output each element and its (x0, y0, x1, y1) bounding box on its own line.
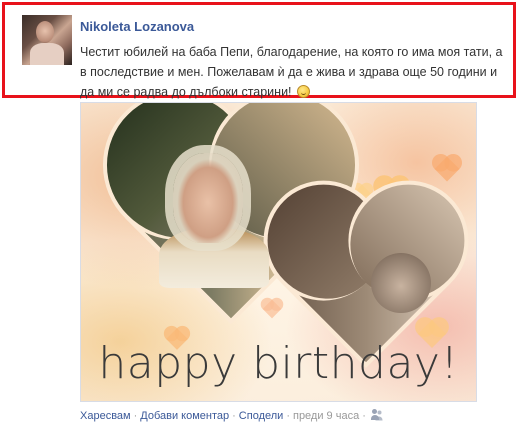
smiley-icon (297, 85, 311, 98)
add-comment-link[interactable]: Добави коментар (140, 410, 229, 422)
author-name-link[interactable]: Nikoleta Lozanova (80, 19, 194, 34)
separator-dot: · (286, 410, 290, 422)
separator-dot: · (362, 410, 366, 422)
post-header-highlight: Nikoleta Lozanova Честит юбилей на баба … (2, 2, 516, 99)
post-actions-bar: Харесвам · Добави коментар · Сподели · преди 9… (80, 409, 383, 422)
status-text: Честит юбилей на баба Пепи, благодарение… (80, 42, 508, 102)
share-link[interactable]: Сподели (239, 410, 284, 422)
happy-birthday-caption: happy birthday! (98, 338, 459, 389)
like-link[interactable]: Харесвам (80, 410, 131, 422)
avatar[interactable] (22, 15, 72, 65)
status-message: Честит юбилей на баба Пепи, благодарение… (80, 45, 503, 99)
post-timestamp[interactable]: преди 9 часа (293, 410, 359, 422)
photo-woman-face (173, 153, 243, 243)
separator-dot: · (232, 410, 236, 422)
friends-icon[interactable] (370, 409, 383, 420)
separator-dot: · (133, 410, 138, 422)
decor-heart-icon (434, 156, 460, 182)
post-photo[interactable]: happy birthday! (80, 102, 477, 402)
decor-heart-icon (262, 299, 282, 319)
photo-baby (371, 253, 431, 313)
